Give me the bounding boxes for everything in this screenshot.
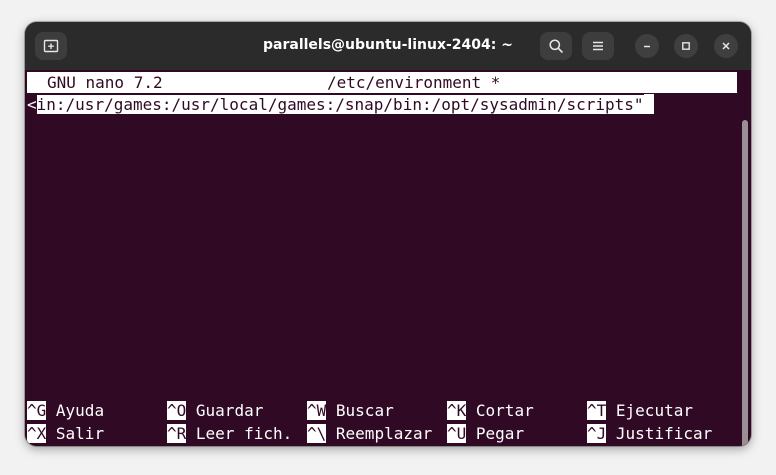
- shortcut-execute[interactable]: ^T Ejecutar: [587, 400, 693, 422]
- shortcut-label: Salir: [55, 424, 105, 443]
- shortcut-justify[interactable]: ^J Justificar: [587, 423, 712, 445]
- shortcut-search[interactable]: ^W Buscar: [307, 400, 394, 422]
- shortcut-key: ^K: [447, 401, 467, 420]
- shortcut-help[interactable]: ^G Ayuda: [27, 400, 104, 422]
- shortcut-label: Cortar: [475, 401, 534, 420]
- shortcut-save[interactable]: ^O Guardar: [167, 400, 263, 422]
- new-tab-button[interactable]: [35, 32, 67, 60]
- edit-line-text[interactable]: in:/usr/games:/usr/local/games:/snap/bin…: [36, 95, 644, 114]
- shortcut-key: ^W: [307, 401, 327, 420]
- shortcut-key: ^T: [587, 401, 607, 420]
- nano-header-bar: GNU nano 7.2 /etc/environment *: [27, 72, 737, 93]
- edit-line[interactable]: <in:/usr/games:/usr/local/games:/snap/bi…: [27, 94, 654, 116]
- maximize-button[interactable]: [674, 34, 698, 58]
- shortcut-read-file[interactable]: ^R Leer fich.: [167, 423, 292, 445]
- shortcut-label: Buscar: [335, 401, 394, 420]
- search-icon: [549, 39, 563, 53]
- shortcut-exit[interactable]: ^X Salir: [27, 423, 104, 445]
- shortcut-key: ^U: [447, 424, 467, 443]
- menu-button[interactable]: [582, 32, 614, 60]
- title-bar[interactable]: parallels@ubuntu-linux-2404: ~: [25, 22, 751, 70]
- hamburger-menu-icon: [593, 41, 603, 51]
- shortcut-key: ^X: [27, 424, 47, 443]
- shortcut-key: ^O: [167, 401, 187, 420]
- maximize-icon: [682, 42, 690, 50]
- shortcut-label: Ejecutar: [615, 401, 693, 420]
- shortcut-label: Ayuda: [55, 401, 105, 420]
- nano-version: GNU nano 7.2: [47, 73, 163, 92]
- shortcut-key: ^G: [27, 401, 47, 420]
- new-tab-icon: [43, 39, 59, 53]
- search-button[interactable]: [540, 32, 572, 60]
- shortcut-replace[interactable]: ^\ Reemplazar: [307, 423, 432, 445]
- shortcut-key: ^R: [167, 424, 187, 443]
- shortcut-label: Leer fich.: [195, 424, 293, 443]
- scrollbar[interactable]: [742, 120, 748, 446]
- scroll-marker: <: [27, 95, 37, 114]
- nano-filename: /etc/environment *: [327, 73, 501, 92]
- shortcut-key: ^\: [307, 424, 327, 443]
- shortcut-label: Guardar: [195, 401, 264, 420]
- close-icon: [722, 42, 730, 50]
- terminal-window: parallels@ubuntu-linux-2404: ~ GNU nano …: [25, 22, 751, 446]
- shortcut-paste[interactable]: ^U Pegar: [447, 423, 524, 445]
- close-button[interactable]: [714, 34, 738, 58]
- shortcut-key: ^J: [587, 424, 607, 443]
- terminal-area[interactable]: GNU nano 7.2 /etc/environment * <in:/usr…: [25, 70, 751, 446]
- shortcut-label: Reemplazar: [335, 424, 433, 443]
- text-cursor: [643, 94, 654, 114]
- shortcut-label: Pegar: [475, 424, 525, 443]
- shortcut-cut[interactable]: ^K Cortar: [447, 400, 534, 422]
- minimize-icon: [644, 45, 650, 48]
- shortcut-label: Justificar: [615, 424, 713, 443]
- minimize-button[interactable]: [635, 34, 659, 58]
